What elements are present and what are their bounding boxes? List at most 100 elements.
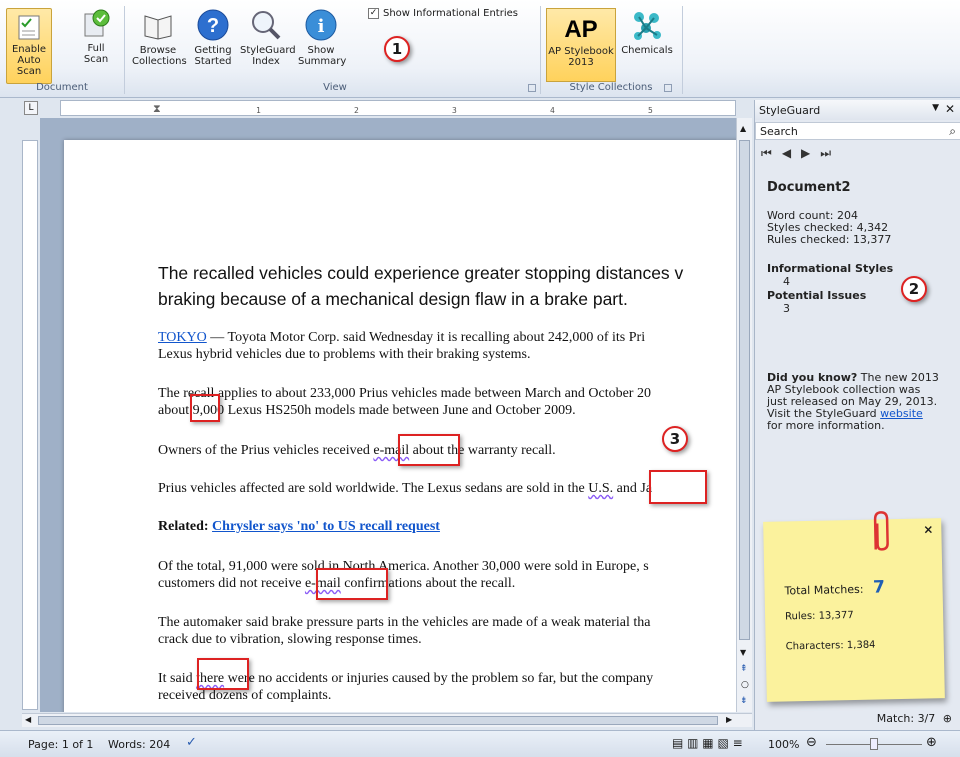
did-you-know: Did you know? The new 2013 AP Stylebook … xyxy=(767,372,939,432)
flag-box[interactable] xyxy=(197,658,249,690)
search-input[interactable]: Search ⌕ xyxy=(755,122,960,140)
rules-checked: Rules checked: 13,377 xyxy=(767,233,892,246)
view-buttons-icon[interactable]: ▤ ▥ ▦ ▧ ≡ xyxy=(672,736,743,750)
zoom-in-icon[interactable]: ⊕ xyxy=(926,735,937,750)
flag-box[interactable] xyxy=(316,568,388,600)
horizontal-ruler[interactable]: 1 2 3 4 5 ⧗ xyxy=(60,100,736,116)
related-link[interactable]: Chrysler says 'no' to US recall request xyxy=(212,519,440,534)
styleguard-index-button[interactable]: StyleGuard Index xyxy=(240,8,296,67)
close-icon[interactable]: ✕ xyxy=(945,102,955,116)
document-page[interactable]: The recalled vehicles could experience g… xyxy=(64,140,736,712)
info-icon: i xyxy=(304,8,338,42)
paragraph-text: crack due to vibration, slowing response… xyxy=(158,632,422,647)
flag-box[interactable] xyxy=(190,394,220,422)
group-separator xyxy=(682,6,683,94)
last-match-icon[interactable]: ⏭ xyxy=(820,146,841,160)
status-bar: Page: 1 of 1 Words: 204 ✓ ▤ ▥ ▦ ▧ ≡ 100%… xyxy=(0,730,960,757)
show-informational-entries-label: Show Informational Entries xyxy=(383,8,518,19)
note-close-icon[interactable]: × xyxy=(923,522,933,536)
zoom-slider-thumb[interactable] xyxy=(870,738,878,750)
total-matches-label: Total Matches: xyxy=(784,582,864,598)
paragraph-text: Owners of the Prius vehicles received xyxy=(158,443,374,458)
sticky-note: × Total Matches: 7 Rules: 13,377 Charact… xyxy=(763,511,945,702)
document-area: The recalled vehicles could experience g… xyxy=(40,118,736,712)
headline-line: braking because of a mechanical design f… xyxy=(158,289,628,309)
paragraph-text: Of the total, 91,000 were sold in North … xyxy=(158,559,649,574)
search-placeholder: Search xyxy=(760,125,798,138)
word-window: Enable Auto Scan Full Scan Document Brow… xyxy=(0,0,960,757)
next-match-icon[interactable]: ▶ xyxy=(801,146,820,160)
show-summary-button[interactable]: i Show Summary xyxy=(298,8,346,67)
horizontal-scroll-thumb[interactable] xyxy=(38,716,718,725)
total-matches: Total Matches: 7 xyxy=(784,577,885,599)
panel-header: StyleGuard ▼ ✕ xyxy=(755,100,960,120)
flag-box[interactable] xyxy=(649,470,707,504)
browse-object-icon[interactable]: ○ xyxy=(741,680,749,690)
full-scan-button[interactable]: Full Scan xyxy=(76,8,116,65)
panel-title: StyleGuard xyxy=(759,104,821,117)
ruler-number: 2 xyxy=(354,106,359,115)
word-indicator[interactable]: Words: 204 xyxy=(108,738,170,751)
did-you-know-text: for more information. xyxy=(767,419,885,432)
callout-two: 2 xyxy=(901,276,927,302)
search-icon[interactable]: ⌕ xyxy=(949,124,956,139)
vertical-scrollbar[interactable]: ▲ ▼ ⇞ ○ ⇟ xyxy=(736,118,752,712)
chemicals-button[interactable]: Chemicals xyxy=(620,8,674,56)
vertical-ruler[interactable] xyxy=(22,140,38,710)
flagged-word[interactable]: U.S. xyxy=(588,481,613,496)
callout-one: 1 xyxy=(384,36,410,62)
ruler-number: 5 xyxy=(648,106,653,115)
download-arrow-icon[interactable]: ⊕ xyxy=(943,712,952,725)
scroll-down-icon[interactable]: ▼ xyxy=(740,648,746,657)
proofing-icon[interactable]: ✓ xyxy=(186,735,197,750)
ap-stylebook-label: AP Stylebook 2013 xyxy=(548,46,614,68)
match-navigation: ⏮◀▶⏭ xyxy=(761,146,841,161)
scroll-up-icon[interactable]: ▲ xyxy=(740,124,746,133)
getting-started-button[interactable]: ? Getting Started xyxy=(190,8,236,67)
group-label-view: View xyxy=(323,82,347,93)
next-page-icon[interactable]: ⇟ xyxy=(740,696,748,706)
previous-match-icon[interactable]: ◀ xyxy=(782,146,801,160)
callout-three: 3 xyxy=(662,426,688,452)
potential-issues-label[interactable]: Potential Issues xyxy=(767,290,866,302)
collections-group-launcher-icon[interactable] xyxy=(664,84,672,92)
svg-text:i: i xyxy=(318,16,325,37)
panel-menu-icon[interactable]: ▼ xyxy=(932,103,939,113)
scroll-thumb[interactable] xyxy=(739,140,750,640)
page-indicator[interactable]: Page: 1 of 1 xyxy=(28,738,93,751)
paragraph-text: Prius vehicles affected are sold worldwi… xyxy=(158,481,589,496)
informational-styles-label[interactable]: Informational Styles xyxy=(767,263,893,275)
full-scan-label: Full Scan xyxy=(83,43,109,65)
enable-auto-scan-button[interactable]: Enable Auto Scan xyxy=(6,8,52,84)
website-link[interactable]: website xyxy=(880,407,923,420)
show-informational-entries-toggle[interactable]: ✓ Show Informational Entries xyxy=(368,8,518,19)
paragraph-text: — Toyota Motor Corp. said Wednesday it i… xyxy=(206,330,646,345)
first-match-icon[interactable]: ⏮ xyxy=(761,146,782,160)
tab-selector-icon[interactable]: L xyxy=(24,101,38,115)
browse-collections-button[interactable]: Browse Collections xyxy=(132,8,187,67)
total-matches-value: 7 xyxy=(872,577,886,598)
ap-stylebook-button[interactable]: AP AP Stylebook 2013 xyxy=(546,8,616,82)
paragraph-text: customers did not receive xyxy=(158,576,305,591)
tokyo-link[interactable]: TOKYO xyxy=(158,330,207,345)
scroll-right-icon[interactable]: ▶ xyxy=(726,715,732,724)
paragraph: Of the total, 91,000 were sold in North … xyxy=(158,558,736,592)
previous-page-icon[interactable]: ⇞ xyxy=(740,664,748,674)
paperclip-icon xyxy=(873,511,889,551)
styleguard-index-label: StyleGuard Index xyxy=(240,45,296,67)
checkbox-checked-icon[interactable]: ✓ xyxy=(368,8,379,19)
indent-marker-icon[interactable]: ⧗ xyxy=(153,102,161,116)
scroll-left-icon[interactable]: ◀ xyxy=(25,715,31,724)
zoom-out-icon[interactable]: ⊖ xyxy=(806,735,817,750)
getting-started-label: Getting Started xyxy=(194,45,232,67)
zoom-level[interactable]: 100% xyxy=(768,738,799,751)
browse-collections-label: Browse Collections xyxy=(132,45,187,67)
svg-text:?: ? xyxy=(207,15,219,37)
flag-box[interactable] xyxy=(398,434,460,466)
enable-auto-scan-label: Enable Auto Scan xyxy=(11,44,47,77)
ap-logo-icon: AP xyxy=(563,11,599,43)
horizontal-scrollbar[interactable]: ◀ ▶ xyxy=(22,713,752,727)
view-group-launcher-icon[interactable] xyxy=(528,84,536,92)
related-line: Related: Chrysler says 'no' to US recall… xyxy=(158,518,736,535)
informational-styles-count: 4 xyxy=(783,275,790,288)
